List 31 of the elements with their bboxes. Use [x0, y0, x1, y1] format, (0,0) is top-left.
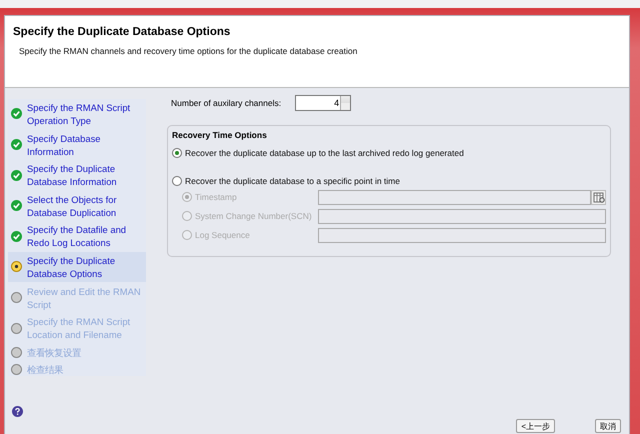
step-item[interactable]: Specify the Duplicate Database Information: [8, 160, 146, 190]
step-item[interactable]: Specify Database Information: [8, 129, 146, 160]
check-icon: [11, 108, 22, 120]
page-title: Specify the Duplicate Database Options: [13, 26, 232, 38]
check-icon: [11, 200, 22, 212]
step-item[interactable]: Select the Objects for Database Duplication: [8, 190, 146, 222]
option-label: Timestamp: [195, 192, 237, 202]
step-item[interactable]: Specify the RMAN Script Operation Type: [8, 98, 146, 130]
group-title: Recovery Time Options: [172, 130, 267, 140]
step-item[interactable]: Specify the Datafile and Redo Log Locations: [8, 221, 146, 252]
pending-step-icon: [11, 346, 22, 358]
channels-spinner[interactable]: 4: [295, 94, 352, 111]
check-icon: [11, 139, 22, 150]
check-icon: [11, 230, 22, 242]
option-label: Log Sequence: [195, 230, 250, 240]
current-step-icon: [11, 261, 22, 272]
pending-step-icon: [11, 364, 22, 376]
option-label: Recover the duplicate database up to the last archived redo log generated: [185, 148, 464, 158]
check-icon: [11, 170, 22, 181]
wizard-button[interactable]: <上一步: [516, 418, 555, 433]
pending-step-icon: [11, 292, 22, 304]
radio-button[interactable]: [172, 176, 182, 186]
option-label: System Change Number(SCN): [195, 211, 312, 222]
channels-label: Number of auxilary channels:: [171, 98, 282, 108]
page-description: Specify the RMAN channels and recovery time options for the duplicate database creation: [19, 46, 358, 56]
help-icon[interactable]: [12, 406, 23, 417]
radio-button[interactable]: [172, 148, 182, 158]
pending-step-icon: [11, 322, 22, 334]
step-item[interactable]: Specify the Duplicate Database Options: [8, 252, 146, 282]
option-label: Recover the duplicate database to a specific point in time: [185, 176, 400, 186]
wizard-button[interactable]: 取消: [595, 418, 621, 433]
